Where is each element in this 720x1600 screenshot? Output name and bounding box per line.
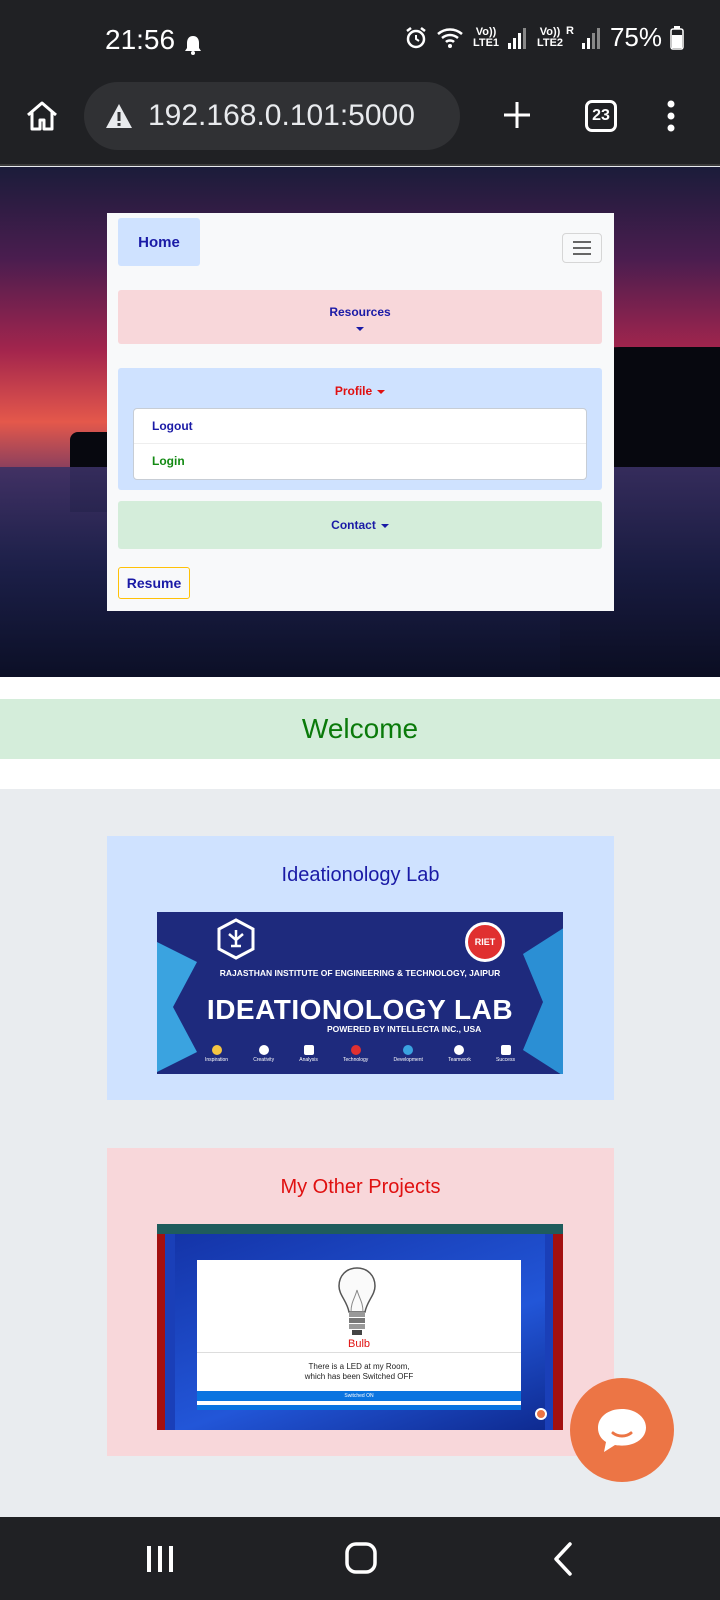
battery-icon (670, 25, 684, 50)
bulb-text-2: which has been Switched OFF (304, 1372, 414, 1381)
navbar-toggler[interactable] (562, 233, 602, 263)
battery-percent: 75% (609, 22, 662, 52)
banner-icon-item: Analysis (299, 1045, 318, 1063)
banner-powered: POWERED BY INTELLECTA INC., USA (327, 1024, 482, 1034)
lab-banner-image: RIET RAJASTHAN INSTITUTE OF ENGINEERING … (157, 912, 563, 1074)
banner-icon-item: Inspiration (205, 1045, 228, 1063)
screenshot-red-left (157, 1234, 165, 1430)
status-time: 21:56 (105, 24, 176, 55)
signal-icon (581, 27, 600, 49)
address-bar[interactable]: 192.168.0.101:5000 (84, 82, 460, 150)
banner-icon-item: Technology (343, 1045, 368, 1063)
banner-icon-item: Creativity (253, 1045, 274, 1063)
home-link[interactable]: Home (118, 218, 200, 266)
status-bar: 21:56 Vo)) LTE1 Vo)) LTE2 R 75% (0, 0, 720, 80)
chat-button[interactable] (570, 1378, 674, 1482)
system-nav-bar (0, 1517, 720, 1600)
profile-label: Profile (334, 384, 373, 398)
banner-icon-item: Success (496, 1045, 515, 1063)
sim1-label: Vo)) LTE1 (472, 25, 500, 49)
bulb-switch-button: Switched ON (197, 1391, 521, 1401)
caret-down-icon (356, 326, 364, 331)
browser-toolbar: 192.168.0.101:5000 23 (0, 80, 720, 166)
lab-card[interactable]: Ideationology Lab RIET RAJASTHAN INSTITU… (107, 836, 614, 1100)
wifi-icon (437, 27, 463, 48)
sim2-label: Vo)) LTE2 (536, 25, 564, 49)
project-screenshot: Bulb There is a LED at my Room, which ha… (157, 1224, 563, 1430)
resources-menu[interactable]: Resources (118, 290, 602, 344)
screenshot-browser-bar (157, 1224, 563, 1234)
resume-button[interactable]: Resume (118, 567, 190, 599)
new-tab-icon[interactable] (502, 100, 532, 130)
bulb-card: Bulb There is a LED at my Room, which ha… (197, 1260, 521, 1410)
banner-icon-row: Inspiration Creativity Analysis Technolo… (205, 1045, 515, 1063)
signal-icon (508, 27, 526, 49)
url-text: 192.168.0.101:5000 (148, 99, 415, 132)
more-menu-icon[interactable] (662, 98, 680, 134)
banner-title: IDEATIONOLOGY LAB (206, 994, 514, 1025)
caret-down-icon (380, 523, 389, 528)
resources-label: Resources (329, 305, 391, 319)
screenshot-red-right (553, 1234, 563, 1430)
tab-count: 23 (592, 107, 610, 124)
contact-menu[interactable]: Contact (118, 501, 602, 549)
warning-icon (106, 104, 132, 128)
roaming-indicator: R (566, 24, 574, 37)
lightbulb-icon (338, 1267, 376, 1335)
lab-logo-icon (217, 918, 255, 960)
tab-switcher-button[interactable]: 23 (585, 100, 617, 132)
banner-icon-item: Development (393, 1045, 423, 1063)
riet-badge: RIET (465, 922, 505, 962)
projects-card[interactable]: My Other Projects Bulb There is a LED at… (107, 1148, 614, 1456)
recent-apps-icon[interactable] (144, 1543, 176, 1575)
bulb-text-1: There is a LED at my Room, (308, 1362, 410, 1371)
welcome-banner: Welcome (0, 699, 720, 759)
bulb-label: Bulb (347, 1338, 371, 1350)
alarm-icon (406, 26, 426, 48)
chat-bubble-icon (598, 1409, 646, 1452)
riet-badge-text: RIET (474, 937, 496, 947)
profile-menu[interactable]: Profile Logout Login (118, 368, 602, 490)
back-icon[interactable] (552, 1541, 574, 1577)
logout-item[interactable]: Logout (134, 409, 586, 444)
projects-card-title: My Other Projects (280, 1176, 441, 1198)
login-item[interactable]: Login (134, 444, 586, 479)
caret-down-icon (377, 389, 386, 394)
home-nav-icon[interactable] (344, 1541, 378, 1575)
home-icon[interactable] (24, 98, 60, 134)
screenshot-orange-dot (535, 1408, 547, 1420)
banner-institute: RAJASTHAN INSTITUTE OF ENGINEERING & TEC… (219, 968, 501, 978)
notification-bell-icon (185, 36, 201, 55)
lab-card-title: Ideationology Lab (281, 864, 440, 886)
contact-label: Contact (331, 518, 376, 532)
navbar: Home Resources Profile Logout Login Cont… (107, 213, 614, 611)
profile-dropdown: Logout Login (133, 408, 587, 480)
bulb-divider (197, 1352, 521, 1353)
banner-icon-item: Teamwork (448, 1045, 471, 1063)
